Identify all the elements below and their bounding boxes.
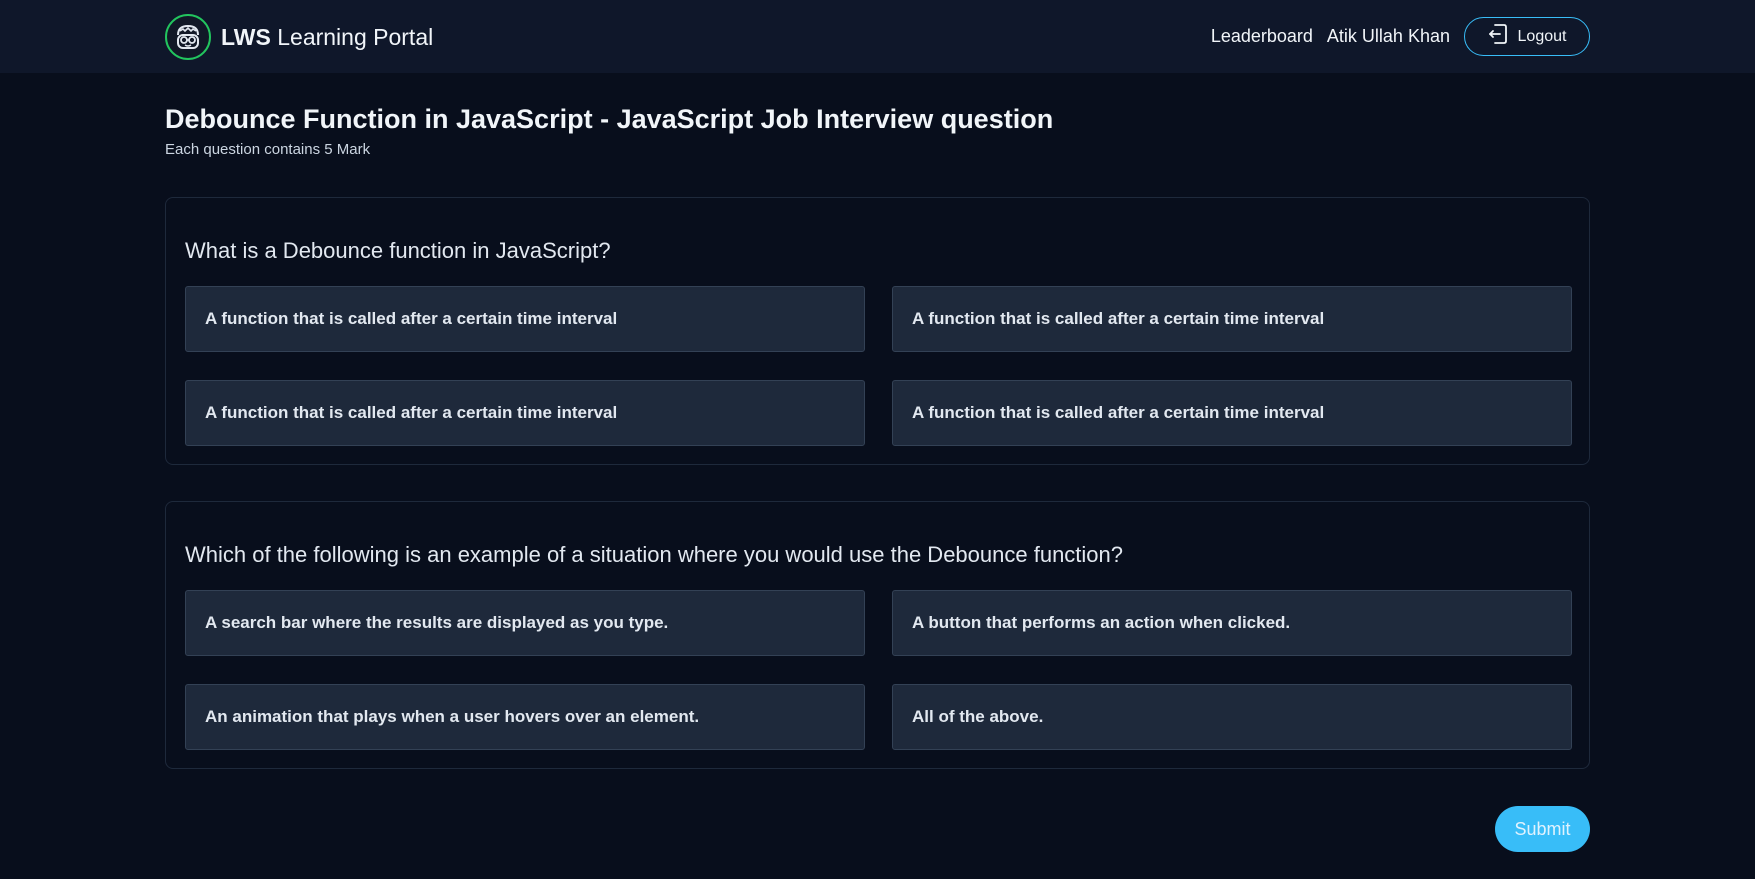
logout-label: Logout xyxy=(1517,27,1567,45)
brand-title: LWS Learning Portal xyxy=(221,24,433,51)
option-label: A function that is called after a certai… xyxy=(912,309,1325,328)
option-2-4[interactable]: All of the above. xyxy=(892,684,1572,750)
top-navbar: LWS Learning Portal Leaderboard Atik Ull… xyxy=(0,0,1755,73)
brand-bold: LWS xyxy=(221,23,271,50)
logout-button[interactable]: Logout xyxy=(1464,17,1590,56)
option-1-3[interactable]: A function that is called after a certai… xyxy=(185,380,865,446)
page-subtitle: Each question contains 5 Mark xyxy=(165,141,371,158)
question-card-2: Which of the following is an example of … xyxy=(165,501,1590,769)
option-1-2[interactable]: A function that is called after a certai… xyxy=(892,286,1572,352)
page-title: Debounce Function in JavaScript - JavaSc… xyxy=(165,104,1054,134)
option-2-1[interactable]: A search bar where the results are displ… xyxy=(185,590,865,656)
question-text: What is a Debounce function in JavaScrip… xyxy=(185,238,611,263)
brand[interactable]: LWS Learning Portal xyxy=(165,14,433,60)
option-label: A function that is called after a certai… xyxy=(205,403,618,422)
nav-right: Leaderboard Atik Ullah Khan Logout xyxy=(1211,17,1590,56)
question-card-1: What is a Debounce function in JavaScrip… xyxy=(165,197,1590,465)
option-label: An animation that plays when a user hove… xyxy=(205,707,700,726)
option-label: All of the above. xyxy=(912,707,1044,726)
question-text: Which of the following is an example of … xyxy=(185,542,1124,567)
submit-button[interactable]: Submit xyxy=(1495,806,1590,852)
option-label: A search bar where the results are displ… xyxy=(205,613,669,632)
option-1-1[interactable]: A function that is called after a certai… xyxy=(185,286,865,352)
option-1-4[interactable]: A function that is called after a certai… xyxy=(892,380,1572,446)
leaderboard-link[interactable]: Leaderboard xyxy=(1211,26,1313,47)
brand-rest: Learning Portal xyxy=(270,23,434,50)
option-label: A function that is called after a certai… xyxy=(205,309,618,328)
user-name: Atik Ullah Khan xyxy=(1326,26,1450,46)
option-label: A function that is called after a certai… xyxy=(912,403,1325,422)
logout-icon xyxy=(1488,23,1508,50)
option-label: A button that performs an action when cl… xyxy=(912,613,1291,632)
option-2-2[interactable]: A button that performs an action when cl… xyxy=(892,590,1572,656)
option-2-3[interactable]: An animation that plays when a user hove… xyxy=(185,684,865,750)
nerd-glasses-avatar-icon xyxy=(165,14,211,60)
